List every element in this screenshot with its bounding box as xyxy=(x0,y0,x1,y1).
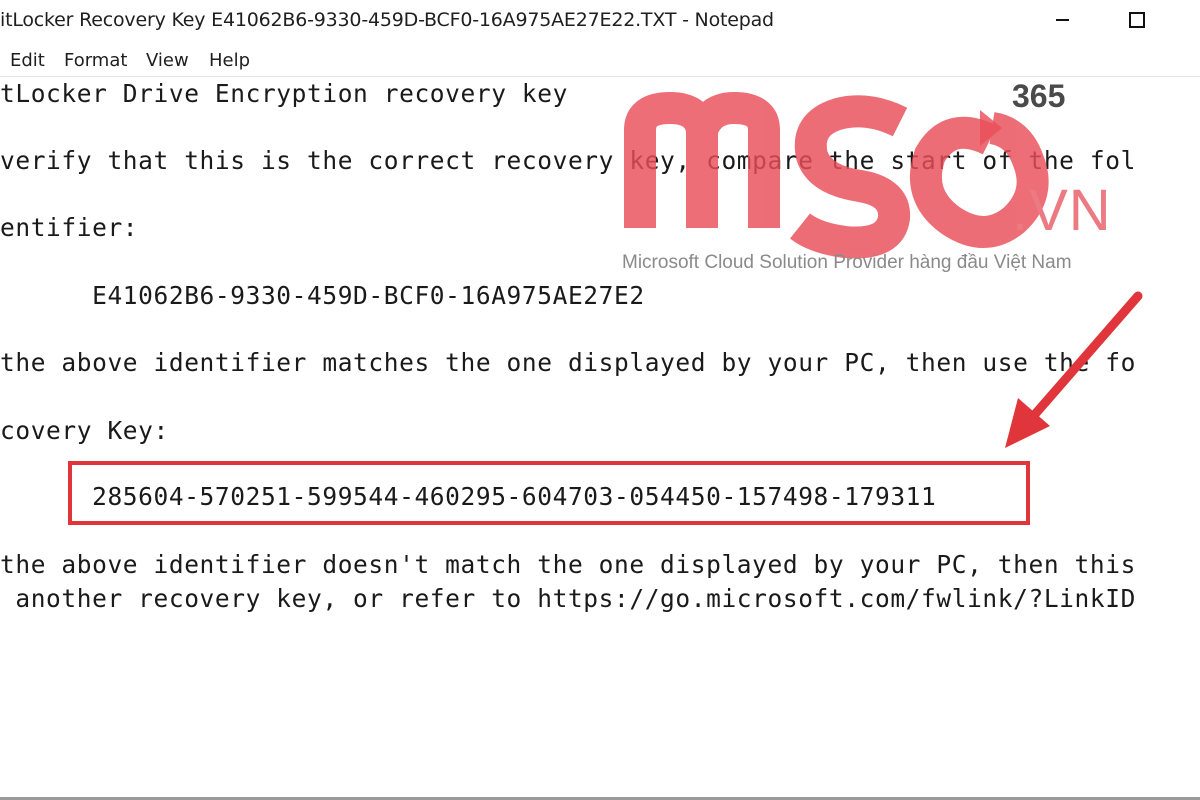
mismatch-line-2: another recovery key, or refer to https:… xyxy=(0,584,1136,613)
maximize-button[interactable] xyxy=(1107,0,1167,40)
menu-help[interactable]: Help xyxy=(209,50,250,71)
watermark-vn-suffix: .VN xyxy=(1012,178,1112,243)
recovery-key-label: covery Key: xyxy=(0,416,169,445)
watermark-365-badge: 365 xyxy=(1012,78,1066,114)
watermark-tagline: Microsoft Cloud Solution Provider hàng đ… xyxy=(622,252,1072,273)
identifier-label: entifier: xyxy=(0,213,139,242)
minimize-button[interactable] xyxy=(1032,0,1092,40)
window-title: itLocker Recovery Key E41062B6-9330-459D… xyxy=(0,9,774,31)
menu-format[interactable]: Format xyxy=(64,50,127,71)
identifier-value: E41062B6-9330-459D-BCF0-16A975AE27E2 xyxy=(0,281,645,310)
match-instruction-line: the above identifier matches the one dis… xyxy=(0,348,1136,377)
menu-view[interactable]: View xyxy=(146,50,189,71)
recovery-key-highlight-box xyxy=(68,461,1030,525)
mismatch-line-1: the above identifier doesn't match the o… xyxy=(0,550,1136,579)
menu-edit[interactable]: Edit xyxy=(10,50,45,71)
heading-line: tLocker Drive Encryption recovery key xyxy=(0,79,568,108)
title-bar: itLocker Recovery Key E41062B6-9330-459D… xyxy=(0,0,1200,40)
